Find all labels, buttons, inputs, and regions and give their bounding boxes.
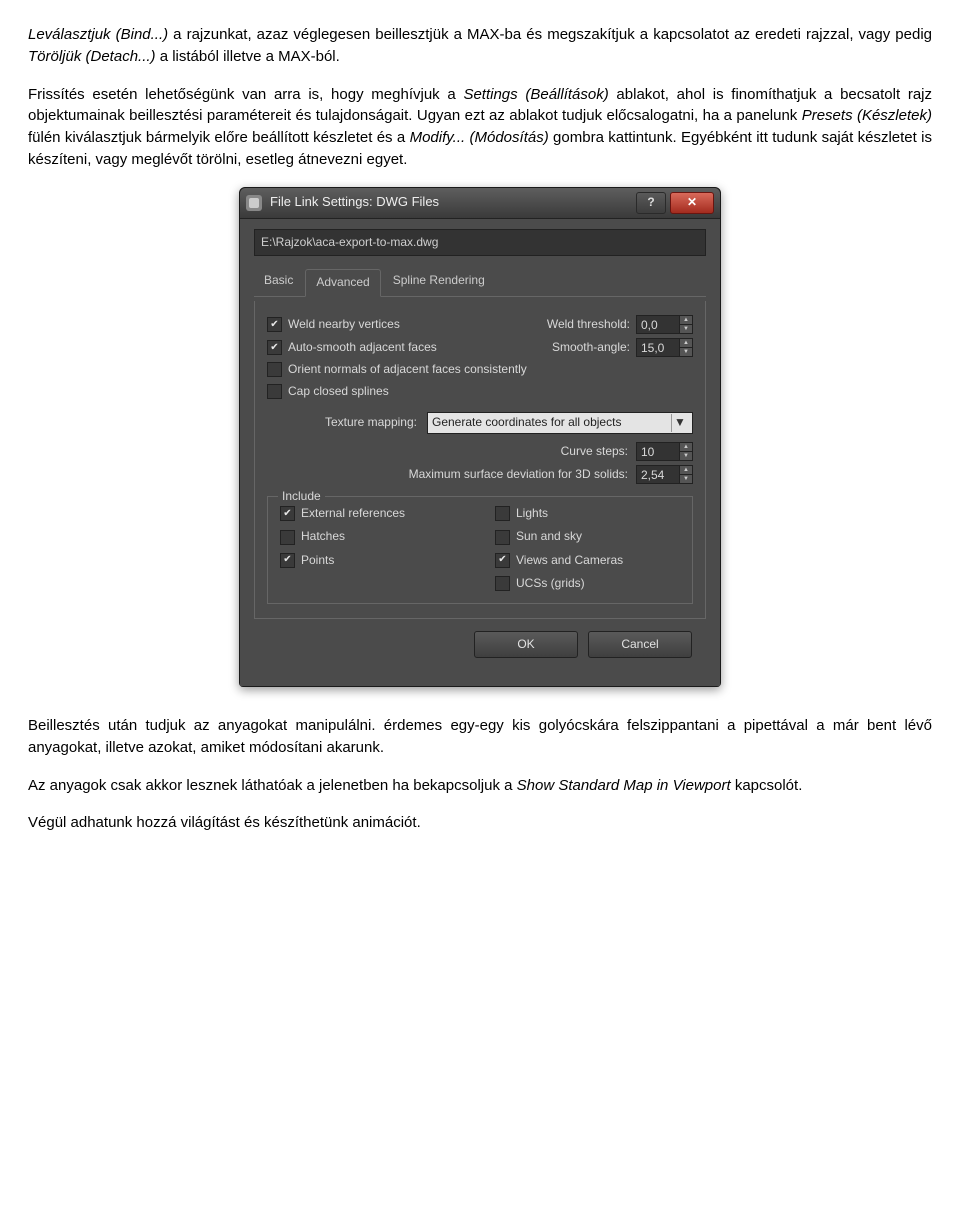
include-group: Include External references Lights Hatch…: [267, 496, 693, 604]
text: fülén kiválasztjuk bármelyik előre beáll…: [28, 129, 410, 146]
paragraph-2: Frissítés esetén lehetőségünk van arra i…: [28, 84, 932, 171]
show-map-text: Show Standard Map in Viewport: [517, 777, 731, 794]
curve-steps-label: Curve steps:: [561, 443, 628, 460]
text: a listából illetve a MAX-ból.: [156, 48, 340, 65]
views-cameras-checkbox[interactable]: [495, 553, 510, 568]
weld-threshold-spinner[interactable]: ▲▼: [636, 315, 693, 334]
autosmooth-label: Auto-smooth adjacent faces: [288, 339, 437, 356]
tab-spline-rendering[interactable]: Spline Rendering: [383, 268, 495, 296]
tabs: Basic Advanced Spline Rendering: [254, 268, 706, 297]
autosmooth-checkbox[interactable]: [267, 340, 282, 355]
file-link-settings-dialog: File Link Settings: DWG Files ? ✕ E:\Raj…: [239, 187, 721, 688]
ucs-grids-label: UCSs (grids): [516, 575, 585, 592]
hatches-label: Hatches: [301, 528, 345, 545]
hatches-checkbox[interactable]: [280, 530, 295, 545]
chevron-up-icon[interactable]: ▲: [680, 316, 692, 325]
dialog-title: File Link Settings: DWG Files: [270, 193, 632, 212]
smooth-angle-spinner[interactable]: ▲▼: [636, 338, 693, 357]
chevron-down-icon[interactable]: ▼: [680, 452, 692, 460]
external-refs-checkbox[interactable]: [280, 506, 295, 521]
ucs-grids-checkbox[interactable]: [495, 576, 510, 591]
weld-checkbox[interactable]: [267, 317, 282, 332]
weld-threshold-label: Weld threshold:: [547, 316, 630, 333]
paragraph-1: Leválasztjuk (Bind...) a rajzunkat, azaz…: [28, 24, 932, 68]
views-cameras-label: Views and Cameras: [516, 552, 623, 569]
cap-splines-checkbox[interactable]: [267, 384, 282, 399]
file-path-field[interactable]: E:\Rajzok\aca-export-to-max.dwg: [254, 229, 706, 256]
titlebar: File Link Settings: DWG Files ? ✕: [240, 188, 720, 219]
orient-normals-label: Orient normals of adjacent faces consist…: [288, 361, 527, 378]
external-refs-label: External references: [301, 505, 405, 522]
advanced-panel: Weld nearby vertices Weld threshold: ▲▼ …: [254, 301, 706, 618]
paragraph-4: Az anyagok csak akkor lesznek láthatóak …: [28, 775, 932, 797]
texture-mapping-label: Texture mapping:: [287, 414, 417, 431]
cancel-button[interactable]: Cancel: [588, 631, 692, 658]
text: Az anyagok csak akkor lesznek láthatóak …: [28, 777, 517, 794]
texture-mapping-value: Generate coordinates for all objects: [432, 414, 671, 431]
tab-basic[interactable]: Basic: [254, 268, 303, 296]
modify-text: Modify... (Módosítás): [410, 129, 549, 146]
text: kapcsolót.: [731, 777, 803, 794]
cap-splines-label: Cap closed splines: [288, 383, 389, 400]
chevron-down-icon: ▼: [671, 414, 688, 431]
ok-button[interactable]: OK: [474, 631, 578, 658]
close-button[interactable]: ✕: [670, 192, 714, 214]
deviation-label: Maximum surface deviation for 3D solids:: [409, 466, 628, 483]
chevron-up-icon[interactable]: ▲: [680, 443, 692, 452]
include-group-label: Include: [278, 488, 325, 505]
smooth-angle-input[interactable]: [636, 338, 680, 357]
curve-steps-spinner[interactable]: ▲▼: [636, 442, 693, 461]
points-label: Points: [301, 552, 334, 569]
chevron-up-icon[interactable]: ▲: [680, 466, 692, 475]
weld-label: Weld nearby vertices: [288, 316, 400, 333]
curve-steps-input[interactable]: [636, 442, 680, 461]
deviation-spinner[interactable]: ▲▼: [636, 465, 693, 484]
sun-sky-checkbox[interactable]: [495, 530, 510, 545]
app-icon: [246, 195, 262, 211]
bind-text: Leválasztjuk (Bind...): [28, 26, 168, 43]
sun-sky-label: Sun and sky: [516, 528, 582, 545]
paragraph-3: Beillesztés után tudjuk az anyagokat man…: [28, 715, 932, 759]
lights-checkbox[interactable]: [495, 506, 510, 521]
text: a rajzunkat, azaz véglegesen beillesztjü…: [168, 26, 932, 43]
points-checkbox[interactable]: [280, 553, 295, 568]
detach-text: Töröljük (Detach...): [28, 48, 156, 65]
chevron-down-icon[interactable]: ▼: [680, 475, 692, 483]
tab-advanced[interactable]: Advanced: [305, 269, 380, 297]
paragraph-5: Végül adhatunk hozzá világítást és készí…: [28, 812, 932, 834]
settings-text: Settings (Beállítások): [463, 86, 608, 103]
chevron-down-icon[interactable]: ▼: [680, 325, 692, 333]
deviation-input[interactable]: [636, 465, 680, 484]
chevron-down-icon[interactable]: ▼: [680, 348, 692, 356]
presets-text: Presets (Készletek): [802, 107, 932, 124]
weld-threshold-input[interactable]: [636, 315, 680, 334]
orient-normals-checkbox[interactable]: [267, 362, 282, 377]
lights-label: Lights: [516, 505, 548, 522]
text: Frissítés esetén lehetőségünk van arra i…: [28, 86, 463, 103]
chevron-up-icon[interactable]: ▲: [680, 339, 692, 348]
help-button[interactable]: ?: [636, 192, 666, 214]
smooth-angle-label: Smooth-angle:: [552, 339, 630, 356]
texture-mapping-dropdown[interactable]: Generate coordinates for all objects ▼: [427, 412, 693, 434]
